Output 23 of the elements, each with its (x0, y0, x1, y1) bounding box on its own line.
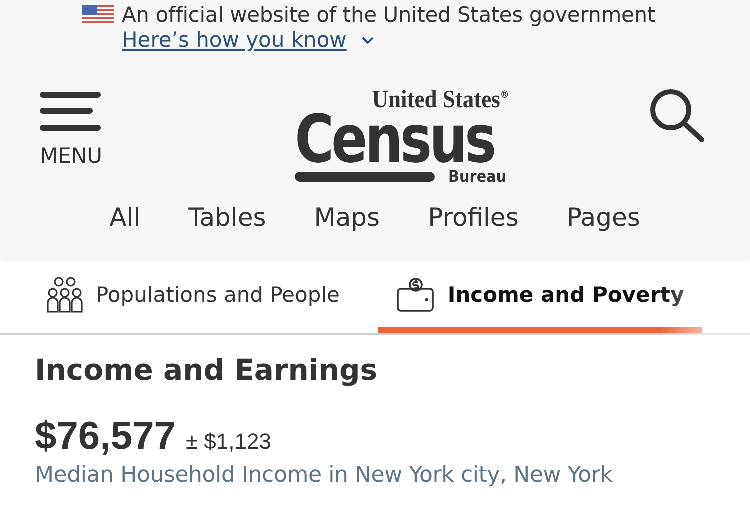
search-scope-link[interactable]: All (110, 203, 141, 237)
stat-value: $76,577 (35, 415, 176, 459)
category-tab[interactable]: Income and Poverty (378, 258, 702, 333)
chevron-down-icon[interactable] (360, 36, 375, 44)
how-you-know-link[interactable]: Here’s how you know (122, 28, 347, 52)
us-flag-icon (82, 5, 114, 25)
logo-united-states: United States$^{®}$ (372, 85, 510, 112)
search-scope-link[interactable]: Pages (566, 203, 640, 237)
search-scope-link[interactable]: Maps (314, 203, 380, 237)
menu-icon[interactable] (40, 92, 102, 132)
menu-label: MENU (40, 144, 102, 168)
official-website-notice: An official website of the United States government (122, 3, 656, 27)
people-group-icon (46, 276, 84, 314)
stat-caption: Median Household Income in New York city, New York (35, 463, 614, 488)
logo-bureau: Bureau (448, 168, 508, 186)
search-scope-link[interactable]: Profiles (428, 203, 519, 237)
section-title: Income and Earnings (35, 353, 379, 387)
category-tab[interactable]: Populations and People (28, 258, 358, 333)
search-icon[interactable] (648, 87, 706, 145)
margin-of-error: ± $1,123 (186, 429, 272, 455)
search-scope-link[interactable]: Tables (188, 203, 266, 237)
wallet-coin-icon (396, 276, 436, 312)
logo-census: Census (294, 112, 494, 168)
